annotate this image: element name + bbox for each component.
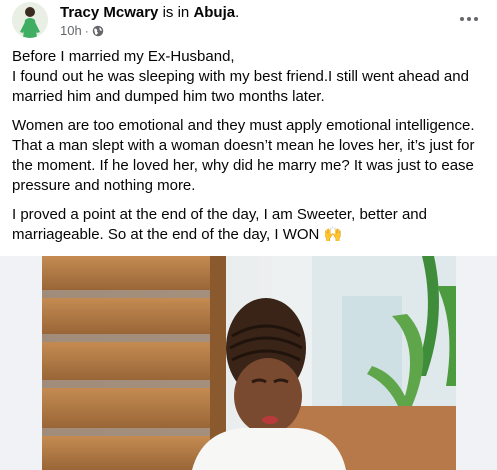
text-line: the moment. If he loved her, why did he … — [12, 157, 474, 174]
more-options-icon[interactable] — [453, 6, 485, 32]
post-photo[interactable] — [42, 256, 456, 470]
text-line: married him and dumped him two months la… — [12, 88, 325, 105]
is-in-text: is in — [162, 4, 190, 21]
text-line: I found out he was sleeping with my best… — [12, 68, 469, 85]
author-name[interactable]: Tracy Mcwary — [60, 4, 158, 21]
paragraph-1: Before I married my Ex-Husband, I found … — [12, 47, 490, 107]
post-meta: 10h · — [60, 23, 104, 38]
author-line: Tracy Mcwary is in Abuja. — [60, 3, 239, 22]
globe-icon[interactable] — [92, 25, 104, 37]
location-link[interactable]: Abuja — [193, 4, 235, 21]
paragraph-3: I proved a point at the end of the day, … — [12, 205, 490, 245]
period-text: . — [235, 4, 240, 21]
paragraph-2: Women are too emotional and they must ap… — [12, 116, 490, 196]
post-header: Tracy Mcwary is in Abuja. 10h · — [0, 0, 497, 44]
text-line: That a man slept with a woman doesn’t me… — [12, 137, 475, 154]
post-body: Before I married my Ex-Husband, I found … — [12, 47, 490, 254]
text-line: I proved a point at the end of the day, … — [12, 206, 427, 223]
text-line: Women are too emotional and they must ap… — [12, 117, 475, 134]
separator-dot: · — [84, 23, 89, 38]
author-avatar[interactable] — [12, 2, 48, 38]
post-time[interactable]: 10h — [60, 23, 82, 38]
text-line: Before I married my Ex-Husband, — [12, 48, 235, 65]
text-line: pressure and nothing more. — [12, 177, 196, 194]
text-line: marriageable. So at the end of the day, … — [12, 226, 343, 243]
